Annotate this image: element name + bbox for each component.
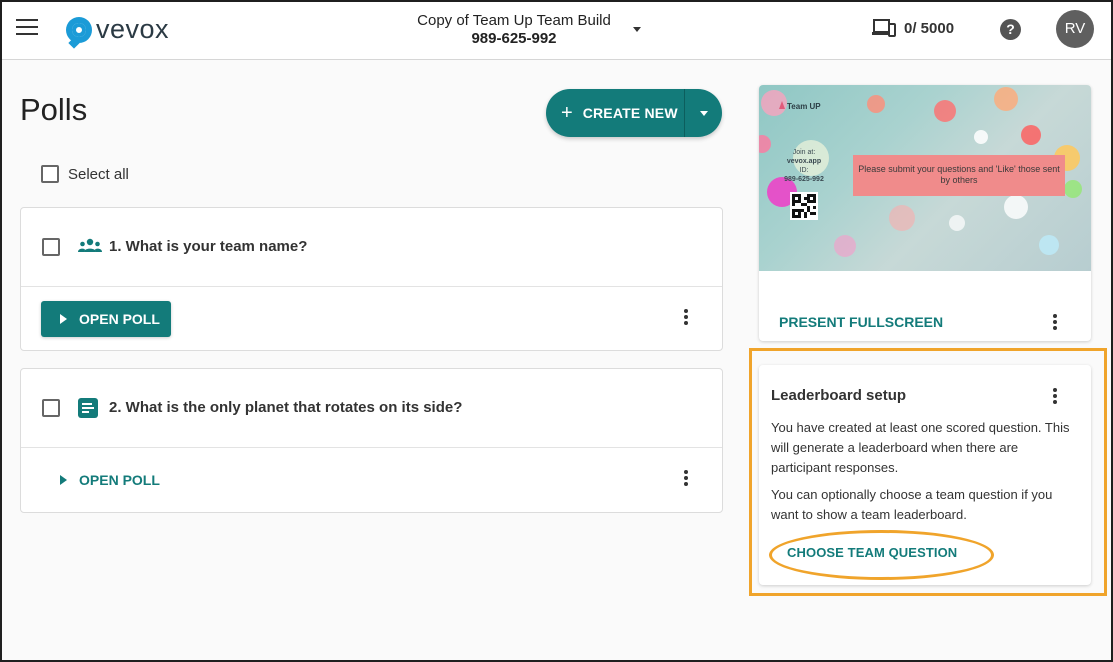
slide-event-id: 989-625-992	[784, 176, 824, 183]
event-title: Copy of Team Up Team Build	[417, 12, 611, 29]
team-icon	[78, 238, 102, 252]
create-new-button-group: + CREATE NEW	[546, 89, 722, 137]
chevron-down-icon	[699, 110, 708, 116]
bokeh-light	[934, 100, 956, 122]
slide-join-info: Join at: vevox.app ID: 989-625-992	[779, 148, 829, 184]
leaderboard-description: You have created at least one scored que…	[771, 420, 1070, 475]
select-all[interactable]: Select all	[41, 165, 129, 183]
id-label: ID:	[799, 167, 809, 174]
logo-text: vevox	[96, 14, 170, 44]
bokeh-light	[949, 215, 965, 231]
top-bar: vevox Copy of Team Up Team Build 989-625…	[2, 2, 1111, 60]
app-window: vevox Copy of Team Up Team Build 989-625…	[0, 0, 1113, 662]
open-poll-label: OPEN POLL	[79, 472, 160, 488]
bokeh-light	[1004, 195, 1028, 219]
open-poll-button[interactable]: OPEN POLL	[41, 301, 171, 337]
bokeh-light	[994, 87, 1018, 111]
open-poll-label: OPEN POLL	[79, 311, 160, 327]
vevox-logo[interactable]: vevox	[66, 14, 169, 45]
bokeh-light	[867, 95, 885, 113]
create-new-button[interactable]: + CREATE NEW	[546, 89, 684, 137]
select-all-label: Select all	[68, 165, 129, 183]
participant-count: 0/ 5000	[904, 19, 955, 37]
slide-preview[interactable]: Team UP Join at: vevox.app ID: 989-625-9…	[759, 85, 1091, 271]
poll-card: 1. What is your team name? OPEN POLL	[20, 207, 723, 351]
user-avatar[interactable]: RV	[1056, 10, 1094, 48]
bokeh-light	[1064, 180, 1082, 198]
join-url: vevox.app	[786, 158, 822, 165]
open-poll-button[interactable]: OPEN POLL	[41, 462, 171, 498]
poll-header[interactable]: 1. What is your team name?	[21, 208, 722, 287]
qr-code-icon	[790, 192, 818, 220]
more-options-icon[interactable]	[1049, 388, 1061, 408]
bokeh-light	[1021, 125, 1041, 145]
plus-icon: +	[561, 102, 573, 124]
present-fullscreen-button[interactable]: PRESENT FULLSCREEN	[779, 314, 943, 330]
poll-header[interactable]: 2. What is the only planet that rotates …	[21, 369, 722, 448]
event-dropdown-caret-icon[interactable]	[633, 27, 641, 32]
bokeh-light	[834, 235, 856, 257]
more-options-icon[interactable]	[1049, 314, 1061, 334]
team-up-logo-icon	[779, 101, 785, 109]
bokeh-light	[759, 135, 771, 153]
hamburger-menu-icon[interactable]	[16, 19, 38, 37]
help-icon[interactable]: ?	[1000, 19, 1021, 40]
more-options-icon[interactable]	[680, 470, 692, 490]
poll-actions: OPEN POLL	[21, 448, 722, 512]
slide-team-name: Team UP	[787, 102, 821, 111]
slide-message: Please submit your questions and 'Like' …	[853, 155, 1065, 196]
page-title: Polls	[20, 92, 88, 127]
poll-checkbox[interactable]	[42, 238, 60, 256]
join-label: Join at:	[792, 149, 816, 156]
play-icon	[60, 314, 67, 324]
choose-team-question-button[interactable]: CHOOSE TEAM QUESTION	[787, 545, 957, 560]
leaderboard-team-hint: You can optionally choose a team questio…	[771, 487, 1053, 522]
bokeh-light	[889, 205, 915, 231]
vevox-logo-icon	[66, 16, 92, 43]
poll-question: 2. What is the only planet that rotates …	[109, 399, 463, 416]
create-new-label: CREATE NEW	[582, 105, 678, 121]
event-selector[interactable]: Copy of Team Up Team Build 989-625-992	[402, 12, 626, 47]
more-options-icon[interactable]	[680, 309, 692, 329]
bokeh-light	[1039, 235, 1059, 255]
event-code: 989-625-992	[471, 30, 557, 47]
create-new-dropdown[interactable]	[685, 89, 722, 137]
poll-question: 1. What is your team name?	[109, 238, 308, 255]
devices-icon	[872, 19, 896, 37]
leaderboard-title: Leaderboard setup	[771, 387, 907, 404]
play-icon	[60, 475, 67, 485]
select-all-checkbox[interactable]	[41, 165, 59, 183]
poll-card: 2. What is the only planet that rotates …	[20, 368, 723, 513]
presentation-preview-card: Team UP Join at: vevox.app ID: 989-625-9…	[759, 85, 1091, 341]
participant-counter[interactable]: 0/ 5000	[872, 18, 954, 38]
text-poll-icon	[78, 398, 98, 418]
bokeh-light	[974, 130, 988, 144]
poll-actions: OPEN POLL	[21, 287, 722, 351]
poll-checkbox[interactable]	[42, 399, 60, 417]
leaderboard-setup-card: Leaderboard setup You have created at le…	[759, 365, 1091, 585]
